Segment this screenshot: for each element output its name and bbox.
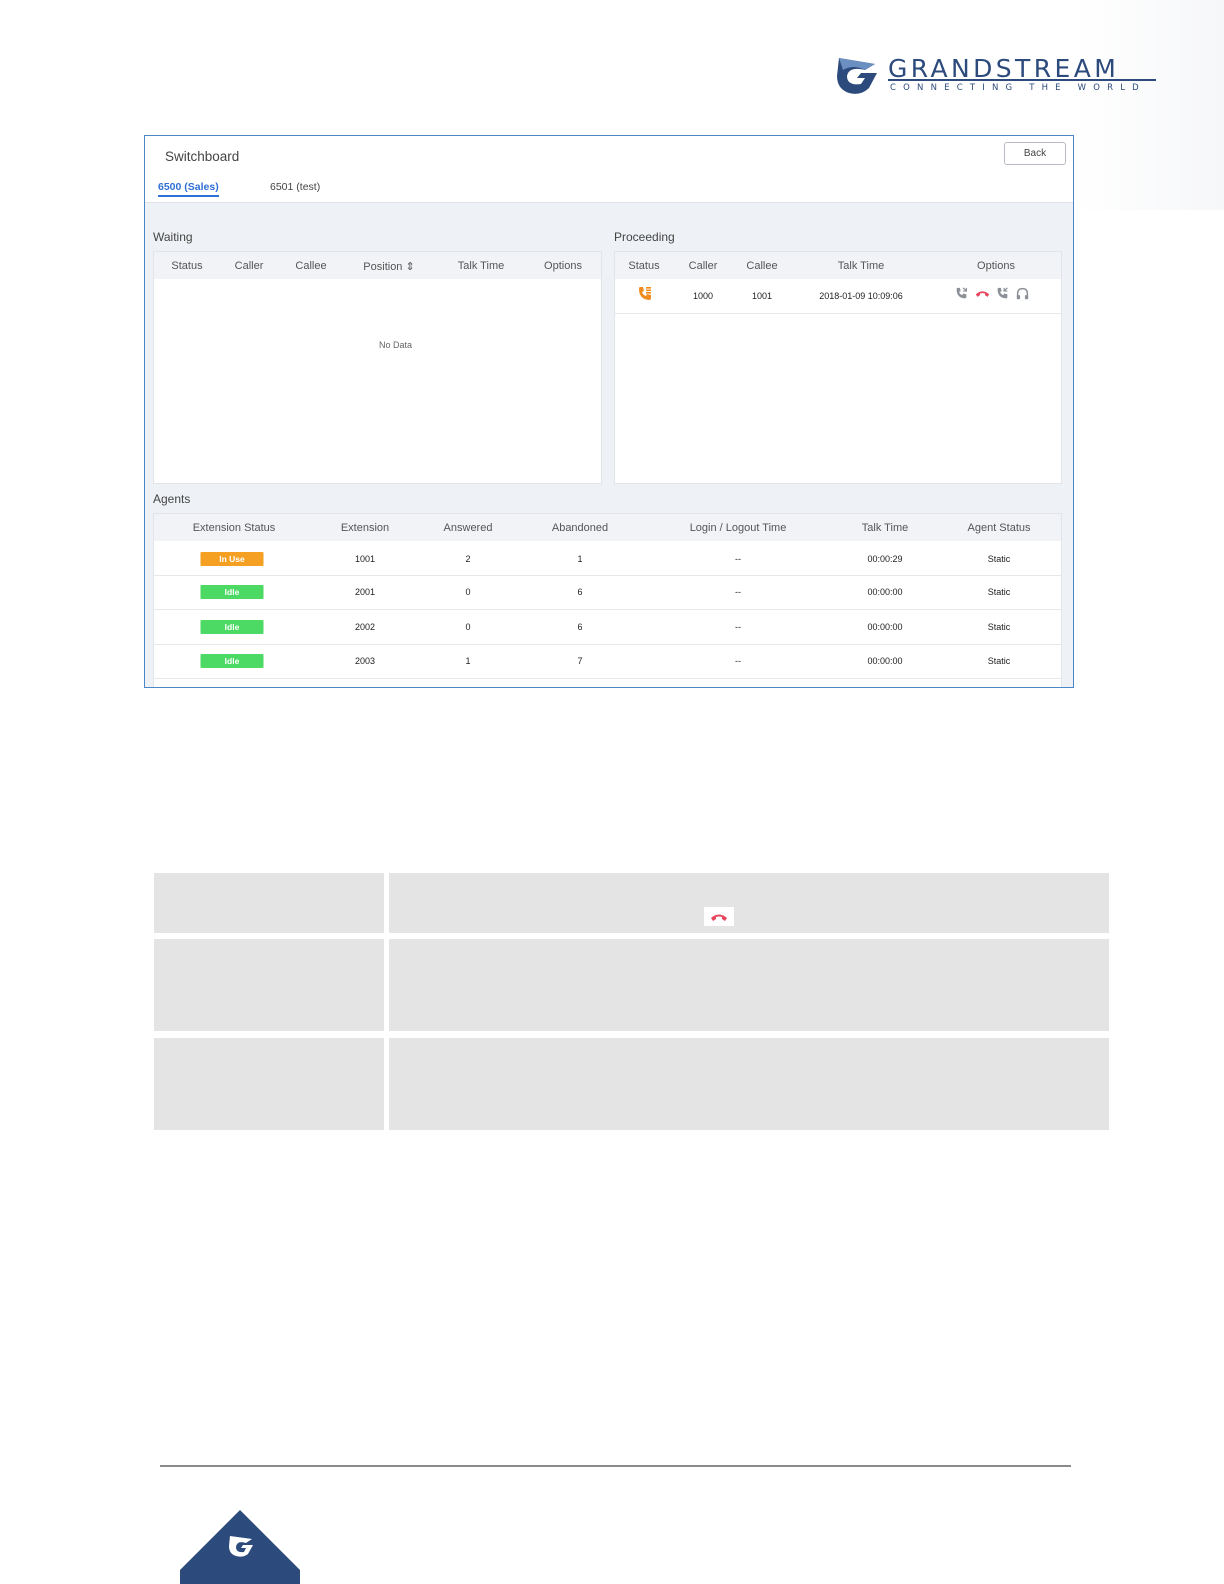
talk-time-cell: 00:00:00	[867, 622, 903, 632]
talk-time-cell: 00:00:00	[867, 656, 903, 666]
status-badge: In Use	[200, 552, 264, 566]
col-talk-time: Talk Time	[457, 260, 505, 272]
col-talk-time: Talk Time	[837, 260, 885, 272]
col-agent-status: Agent Status	[967, 522, 1031, 534]
row-divider	[154, 678, 1061, 679]
extension-cell: 2001	[354, 587, 376, 597]
extension-cell: 2002	[354, 622, 376, 632]
agent-status-cell: Static	[987, 656, 1011, 666]
barge-in-icon[interactable]	[955, 287, 968, 300]
status-badge: Idle	[200, 585, 264, 599]
col-options: Options	[544, 260, 582, 272]
proceeding-table: Status Caller Callee Talk Time Options 1…	[614, 251, 1062, 484]
agent-status-cell: Static	[987, 554, 1011, 564]
answered-cell: 0	[465, 587, 471, 597]
incoming-call-icon	[639, 287, 651, 300]
hangup-icon-box	[704, 907, 734, 926]
login-time-cell: --	[735, 622, 741, 632]
empty-state: No Data	[379, 340, 413, 350]
page-edge-shade	[1074, 0, 1224, 210]
table-row: Idle 2002 0 6 -- 00:00:00 Static	[154, 610, 1061, 644]
login-time-cell: --	[735, 656, 741, 666]
agent-status-cell: Static	[987, 587, 1011, 597]
grandstream-footer-logo-icon	[180, 1510, 300, 1584]
tab-6500-sales[interactable]: 6500 (Sales)	[158, 181, 219, 197]
talk-time-cell: 00:00:00	[867, 587, 903, 597]
talk-time-cell: 2018-01-09 10:09:06	[819, 291, 903, 301]
brand-tagline: CONNECTING THE WORLD	[890, 83, 1146, 93]
brand-rule	[888, 79, 1156, 81]
status-badge: Idle	[200, 654, 264, 668]
abandoned-cell: 1	[577, 554, 583, 564]
abandoned-cell: 6	[577, 622, 583, 632]
col-talk-time: Talk Time	[861, 522, 909, 534]
waiting-label: Waiting	[153, 230, 193, 244]
waiting-table: Status Caller Callee Position ⇕ Talk Tim…	[153, 251, 602, 484]
col-abandoned: Abandoned	[551, 522, 609, 534]
grandstream-logo: GRANDSTREAM CONNECTING THE WORLD	[835, 54, 1157, 98]
table-row: Idle 2001 0 6 -- 00:00:00 Static	[154, 576, 1061, 609]
table-cell	[154, 873, 384, 933]
col-answered: Answered	[443, 522, 493, 534]
page-title: Switchboard	[165, 149, 240, 164]
col-caller: Caller	[688, 260, 718, 272]
switchboard-window: Switchboard Back 6500 (Sales) 6501 (test…	[144, 135, 1074, 688]
col-position-sortable[interactable]: Position ⇕	[363, 260, 414, 273]
col-status: Status	[171, 260, 203, 272]
agents-table-header: Extension Status Extension Answered Aban…	[154, 514, 1061, 541]
footer-rule	[160, 1465, 1071, 1467]
listen-icon[interactable]	[1016, 287, 1029, 300]
table-cell	[154, 1038, 384, 1130]
back-button[interactable]: Back	[1004, 142, 1066, 165]
extension-cell: 2003	[354, 656, 376, 666]
col-status: Status	[628, 260, 660, 272]
login-time-cell: --	[735, 554, 741, 564]
col-options: Options	[977, 260, 1015, 272]
transfer-icon[interactable]	[996, 287, 1009, 300]
callee-cell: 1001	[751, 291, 773, 301]
table-row: 1000 1001 2018-01-09 10:09:06	[615, 279, 1061, 313]
tab-6501-test[interactable]: 6501 (test)	[270, 181, 320, 193]
row-divider	[615, 313, 1061, 314]
col-callee: Callee	[746, 260, 778, 272]
abandoned-cell: 6	[577, 587, 583, 597]
abandoned-cell: 7	[577, 656, 583, 666]
grandstream-mark-icon	[837, 58, 877, 94]
table-row: In Use 1001 2 1 -- 00:00:29 Static	[154, 541, 1061, 575]
switchboard-header: Switchboard Back 6500 (Sales) 6501 (test…	[145, 136, 1073, 203]
hangup-icon	[711, 914, 727, 921]
answered-cell: 1	[465, 656, 471, 666]
agents-table: Extension Status Extension Answered Aban…	[153, 513, 1062, 687]
extension-cell: 1001	[354, 554, 376, 564]
status-badge: Idle	[200, 620, 264, 634]
table-cell	[389, 1038, 1109, 1130]
talk-time-cell: 00:00:29	[867, 554, 903, 564]
waiting-table-header: Status Caller Callee Position ⇕ Talk Tim…	[154, 252, 601, 279]
table-cell	[389, 939, 1109, 1031]
agent-status-cell: Static	[987, 622, 1011, 632]
proceeding-label: Proceeding	[614, 230, 675, 244]
login-time-cell: --	[735, 587, 741, 597]
col-callee: Callee	[295, 260, 327, 272]
table-cell	[389, 873, 1109, 933]
answered-cell: 2	[465, 554, 471, 564]
table-cell	[154, 939, 384, 1031]
agents-label: Agents	[153, 492, 191, 506]
col-caller: Caller	[234, 260, 264, 272]
col-extension-status: Extension Status	[192, 522, 276, 534]
hangup-icon[interactable]	[975, 289, 990, 298]
proceeding-table-header: Status Caller Callee Talk Time Options	[615, 252, 1061, 279]
answered-cell: 0	[465, 622, 471, 632]
col-login-logout-time: Login / Logout Time	[689, 522, 787, 534]
col-extension: Extension	[340, 522, 390, 534]
table-row: Idle 2003 1 7 -- 00:00:00 Static	[154, 645, 1061, 678]
caller-cell: 1000	[692, 291, 714, 301]
